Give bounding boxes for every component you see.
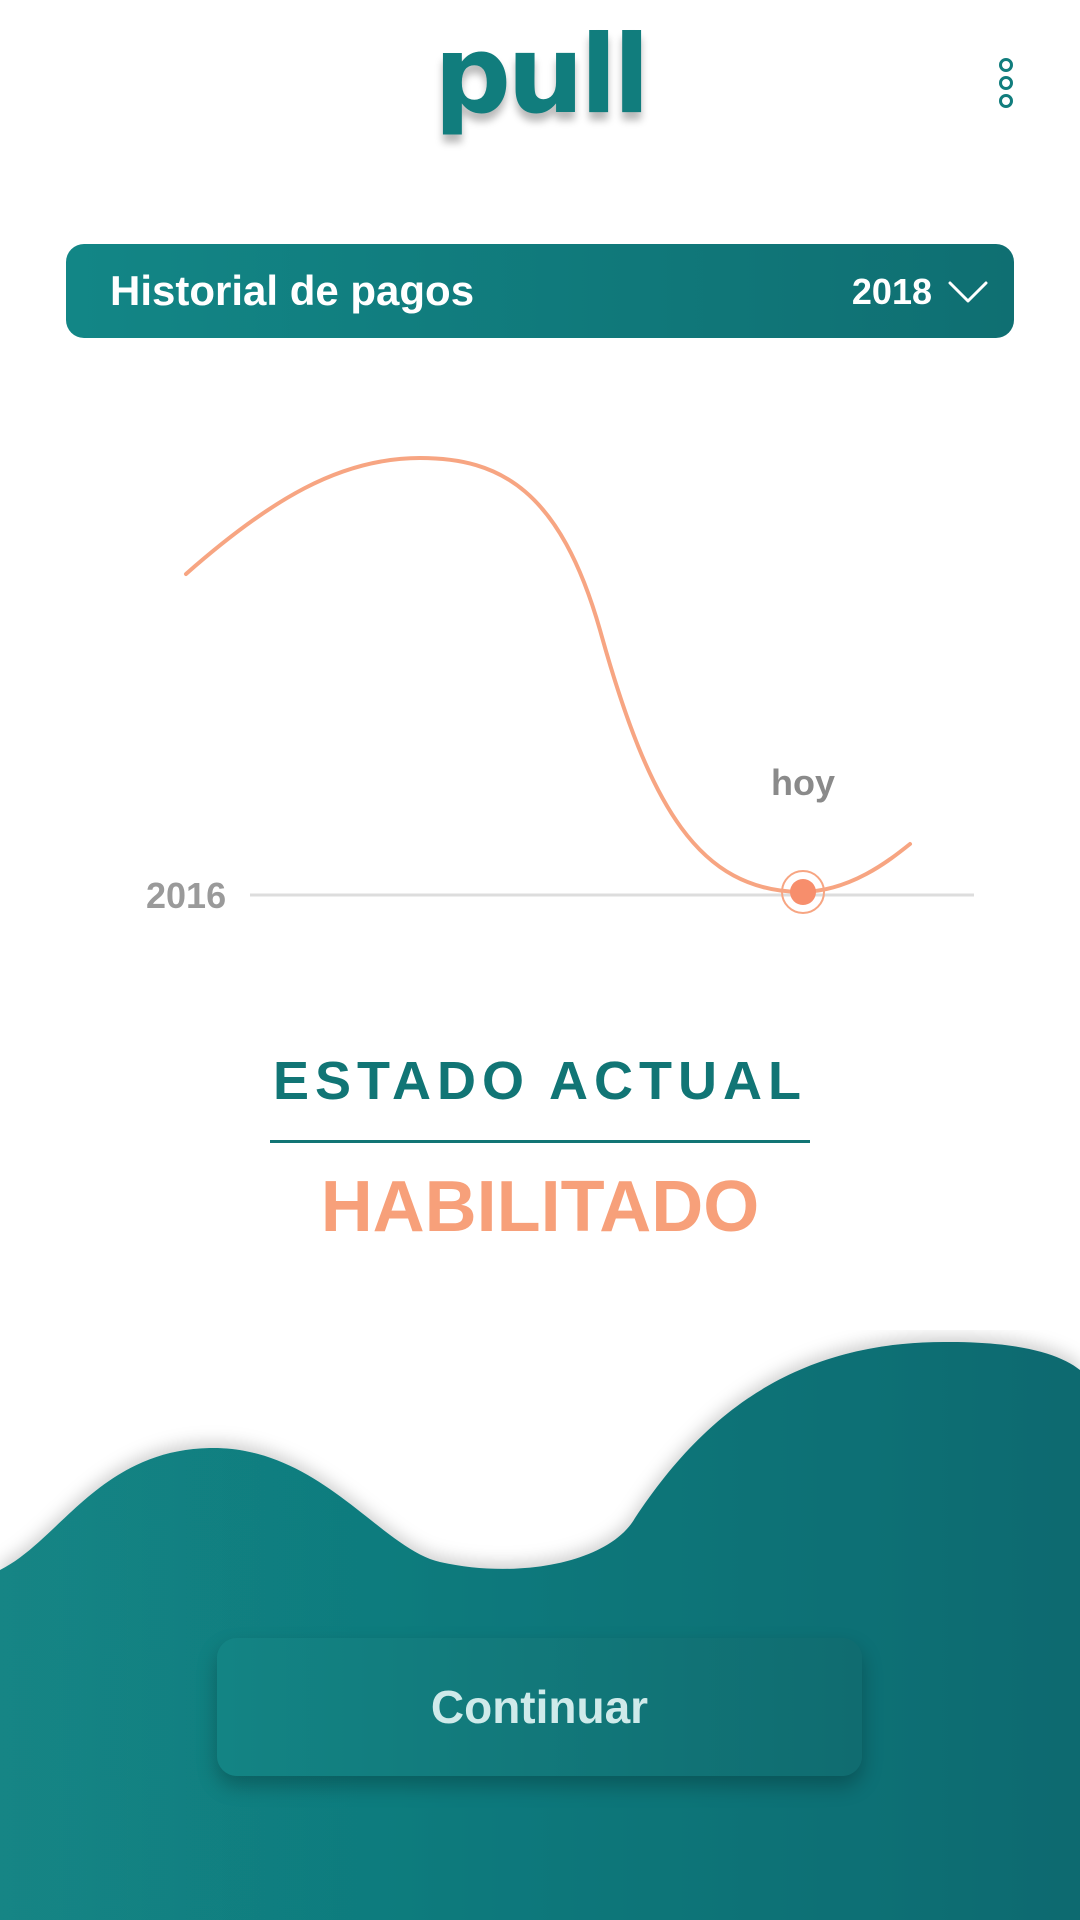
year-value: 2018 (851, 271, 932, 312)
status-title: ESTADO ACTUAL (273, 1051, 807, 1111)
today-label: hoy (771, 762, 835, 803)
today-marker[interactable] (790, 879, 816, 905)
timeline-start-label: 2016 (146, 875, 226, 916)
year-dropdown[interactable]: 2018 (852, 270, 988, 314)
more-vertical-icon-dot (999, 94, 1013, 108)
payment-history-bar[interactable]: Historial de pagos 2018 (66, 244, 1014, 338)
status-divider (270, 1140, 810, 1143)
app-header: pull (0, 0, 1080, 170)
continue-button[interactable]: Continuar (217, 1638, 862, 1776)
more-vertical-icon (999, 58, 1013, 72)
more-options-button[interactable] (988, 56, 1024, 112)
app-logo: pull (433, 13, 650, 138)
footer-wave (0, 1341, 1080, 1920)
payment-history-line (184, 455, 912, 895)
status-value: HABILITADO (320, 1167, 760, 1247)
chevron-down-icon (948, 281, 988, 303)
more-vertical-icon-dot (999, 76, 1013, 90)
payment-history-chart: 2016 hoy (146, 455, 974, 916)
payment-history-title: Historial de pagos (110, 267, 475, 314)
